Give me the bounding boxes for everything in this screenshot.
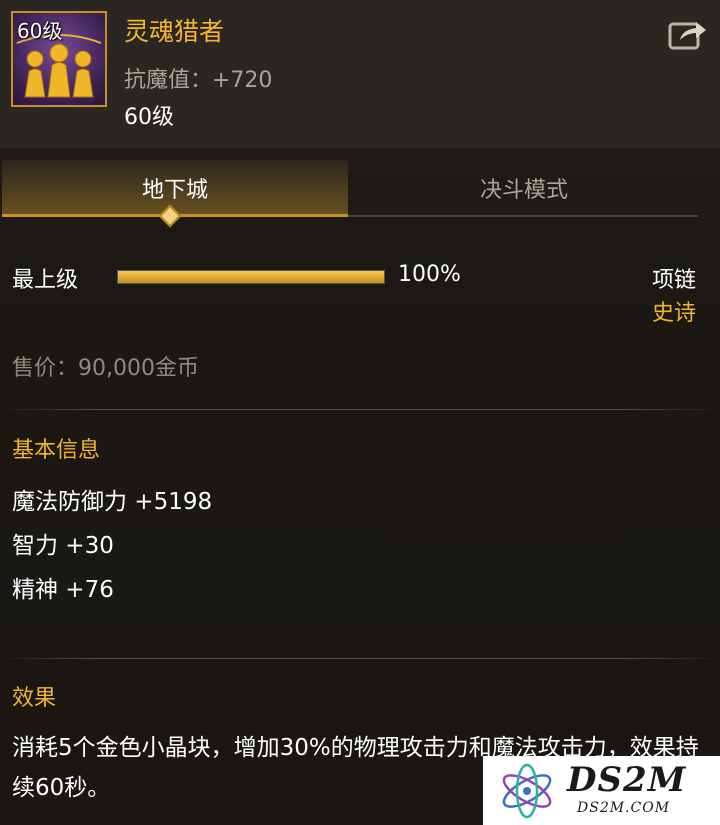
attribute-magic-defense: 魔法防御力 +5198 <box>12 489 213 515</box>
divider <box>0 658 720 659</box>
share-icon[interactable] <box>668 18 708 50</box>
item-level: 60级 <box>124 105 174 130</box>
grade-progress-bar <box>117 270 385 284</box>
attribute-intelligence: 智力 +30 <box>12 533 114 559</box>
item-icon: 60级 <box>11 11 107 107</box>
watermark-url: DS2M.COM <box>577 800 671 816</box>
grade-percent: 100% <box>398 262 461 287</box>
sell-price: 售价：90,000金币 <box>12 356 199 381</box>
grade-label: 最上级 <box>12 268 79 293</box>
grade-progress-fill <box>118 271 384 283</box>
basic-info-title: 基本信息 <box>12 438 101 463</box>
tab-dungeon-label: 地下城 <box>141 178 208 203</box>
tab-dungeon[interactable]: 地下城 <box>2 160 348 216</box>
item-magic-resist: 抗魔值：+720 <box>124 68 273 93</box>
equipment-slot: 项链 <box>651 268 696 293</box>
equipment-rarity: 史诗 <box>651 301 696 326</box>
watermark: DS2M DS2M.COM <box>483 756 720 825</box>
atom-logo-icon <box>502 763 552 819</box>
tab-duel-mode-label: 决斗模式 <box>479 178 568 203</box>
item-icon-level: 60级 <box>17 19 63 43</box>
tab-duel-mode[interactable]: 决斗模式 <box>350 160 698 216</box>
item-header: 60级 灵魂猎者 抗魔值：+720 60级 <box>0 0 720 148</box>
attribute-spirit: 精神 +76 <box>12 577 114 603</box>
item-tooltip-panel: 60级 灵魂猎者 抗魔值：+720 60级 地下城 决斗模式 最上级 100% … <box>0 0 720 825</box>
watermark-text: DS2M <box>567 760 687 800</box>
effect-title: 效果 <box>12 686 57 711</box>
divider <box>0 409 720 410</box>
item-name: 灵魂猎者 <box>124 17 225 46</box>
